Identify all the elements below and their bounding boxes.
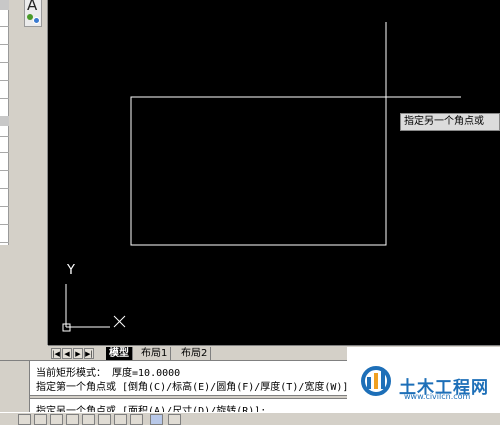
palette-header [0,0,9,10]
lineweight-toggle-button[interactable] [150,414,163,425]
tool-palette-strip: A [9,0,48,345]
site-watermark: 土木工程网 www.civilcn.com [347,347,500,412]
tab-model[interactable]: 模型 [106,347,133,360]
dyn-toggle-button[interactable] [130,414,143,425]
status-bar [0,412,500,425]
tab-nav-next-button[interactable]: ▶ [73,348,83,359]
civilcn-logo-icon [361,366,391,396]
polar-toggle-button[interactable] [66,414,79,425]
tab-nav-prev-button[interactable]: ◀ [62,348,72,359]
grid-toggle-button[interactable] [34,414,47,425]
command-history-line-1: 当前矩形模式： 厚度=10.0000 [36,368,181,379]
ducs-toggle-button[interactable] [114,414,127,425]
snap-toggle-button[interactable] [18,414,31,425]
tab-nav-first-button[interactable]: |◀ [51,348,61,359]
autocad-window: A Y 指定另一个角点或 |◀ ◀ ▶ ▶| 模型 布局1 布局2 当前矩形模式… [0,0,500,425]
tab-layout1[interactable]: 布局1 [138,347,172,360]
tab-layout2[interactable]: 布局2 [178,347,212,360]
tab-nav-last-button[interactable]: ▶| [84,348,94,359]
rectangle-shape [130,96,387,246]
command-scrollbar[interactable] [0,361,30,413]
blue-dot-icon [33,17,40,24]
ucs-icon [62,284,126,332]
text-tool-icon: A [27,0,38,14]
properties-palette [0,0,9,245]
text-style-tool[interactable]: A [24,0,42,27]
otrack-toggle-button[interactable] [98,414,111,425]
watermark-url: www.civilcn.com [404,392,471,401]
quick-properties-button[interactable] [168,414,181,425]
drawing-canvas[interactable]: Y [48,0,500,345]
ucs-y-label: Y [67,263,75,278]
command-history-line-2: 指定第一个角点或 [倒角(C)/标高(E)/圆角(F)/厚度(T)/宽度(W)]… [36,382,355,393]
canvas-drawing [62,22,461,332]
osnap-toggle-button[interactable] [82,414,95,425]
ortho-toggle-button[interactable] [50,414,63,425]
coordinate-tooltip: 指定另一个角点或 [400,113,500,131]
